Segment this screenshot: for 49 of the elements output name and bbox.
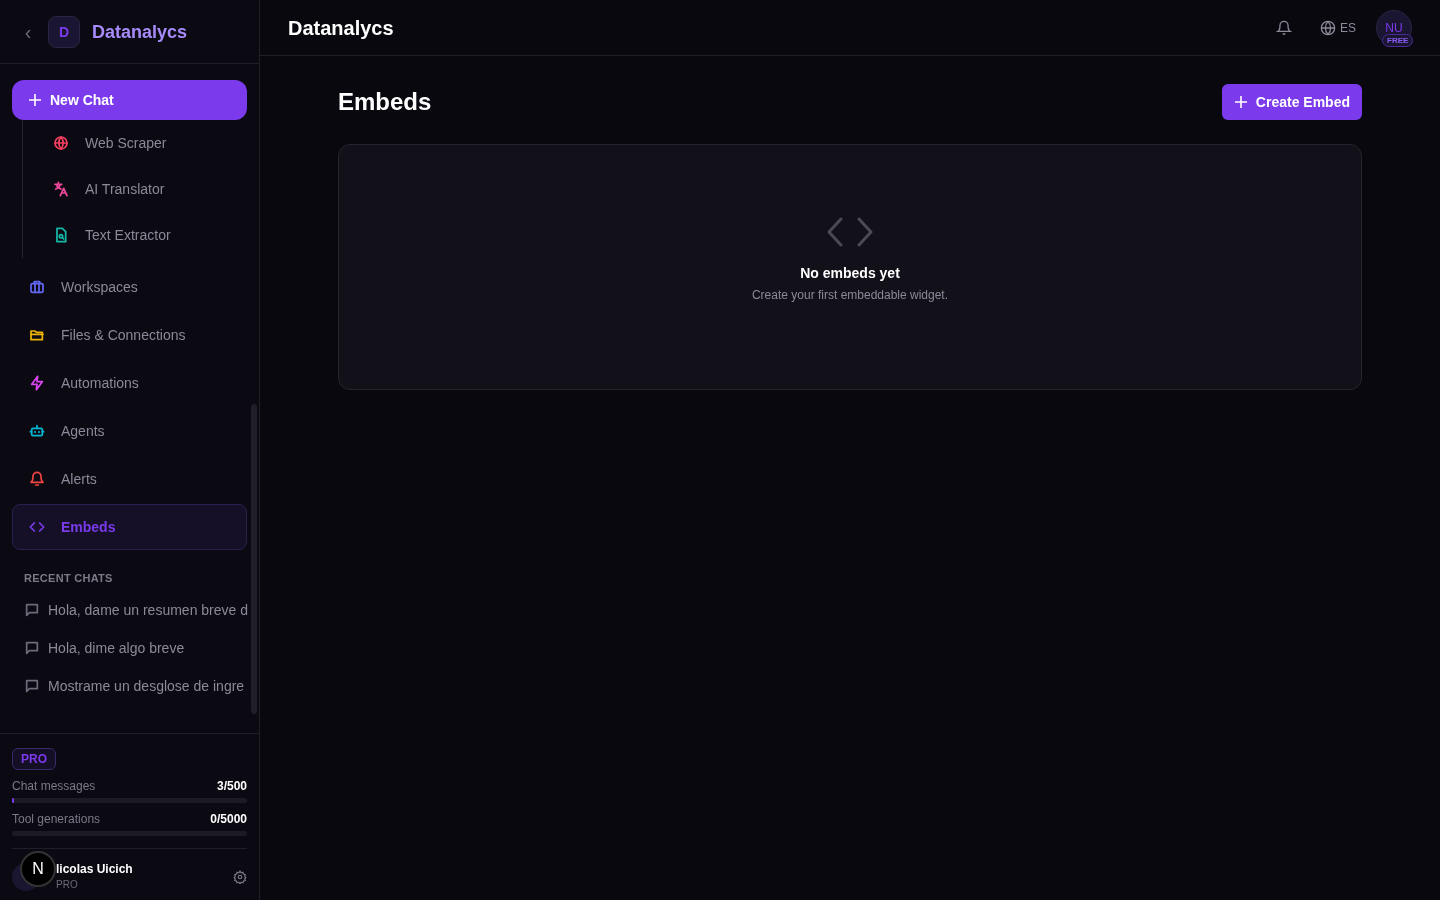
code-icon [29, 519, 45, 535]
recent-chat-item[interactable]: Mostrame un desglose de ingre [12, 666, 247, 705]
empty-state-text: Create your first embeddable widget. [751, 287, 949, 303]
page-header-title: Datanalycs [288, 15, 395, 41]
lightning-icon [29, 375, 45, 391]
user-plan: PRO [56, 878, 79, 892]
brand-name: Datanalycs [92, 20, 188, 44]
nav-item[interactable]: Workspaces [12, 264, 247, 310]
language-button[interactable]: ES [1320, 19, 1356, 36]
plan-badge: PRO [12, 748, 56, 770]
bell-icon [29, 471, 45, 487]
dev-indicator-badge[interactable]: N [20, 851, 56, 887]
usage-label: Tool generations [12, 811, 101, 827]
empty-state-title: No embeds yet [800, 264, 900, 283]
briefcase-icon [29, 279, 45, 295]
back-button[interactable]: ‹ [20, 17, 36, 46]
code-icon [827, 217, 873, 247]
folder-icon [29, 327, 45, 343]
section-heading: RECENT CHATS [23, 571, 114, 586]
chat-bubble-icon [24, 639, 40, 656]
user-name: licolas Uicich [56, 861, 134, 877]
translate-icon [53, 181, 69, 197]
nav-item[interactable]: Files & Connections [12, 312, 247, 358]
tool-link[interactable]: AI Translator [23, 166, 247, 212]
notification-bell-icon[interactable] [1276, 19, 1292, 36]
create-embed-button[interactable]: Create Embed [1221, 84, 1362, 120]
chat-bubble-icon [24, 601, 40, 618]
nav-item[interactable]: Embeds [12, 504, 247, 550]
recent-chat-item[interactable]: Hola, dime algo breve [12, 628, 247, 667]
nav-item[interactable]: Agents [12, 408, 247, 454]
usage-count: 0/5000 [210, 811, 247, 827]
robot-icon [29, 423, 45, 439]
recent-chat-item[interactable]: Hola, dame un resumen breve d [12, 590, 247, 629]
globe-icon [1320, 19, 1336, 36]
tool-link[interactable]: Web Scraper [23, 120, 247, 166]
plus-icon [1233, 95, 1248, 109]
usage-count: 3/500 [216, 778, 247, 794]
nav-item[interactable]: Alerts [12, 456, 247, 502]
new-chat-button[interactable]: New Chat [12, 80, 247, 120]
page-title: Embeds [338, 87, 432, 117]
tool-link[interactable]: Text Extractor [23, 212, 247, 258]
document-search-icon [53, 227, 69, 243]
settings-icon[interactable] [233, 869, 247, 884]
globe-icon [53, 135, 69, 151]
nav-item[interactable]: Automations [12, 360, 247, 406]
usage-label: Chat messages [12, 778, 96, 794]
chat-bubble-icon [24, 677, 40, 694]
plus-icon [28, 93, 42, 107]
logo-badge: D [48, 15, 80, 48]
